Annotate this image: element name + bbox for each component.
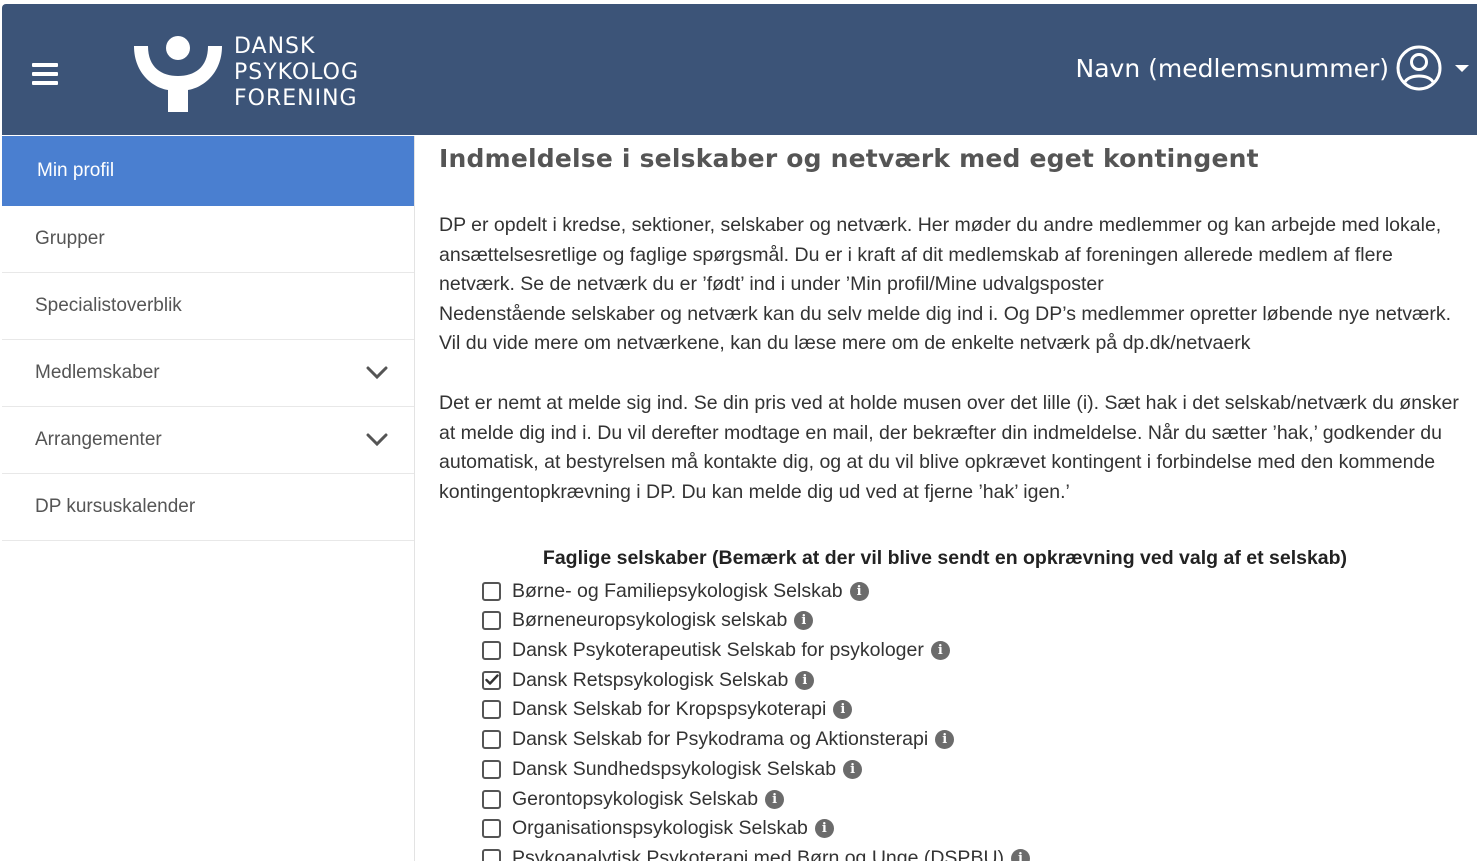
option-label: Dansk Selskab for Psykodrama og Aktionst… bbox=[512, 728, 929, 751]
info-icon[interactable]: i bbox=[930, 641, 950, 661]
option-checkbox[interactable] bbox=[482, 581, 501, 601]
option-row[interactable]: Psykoanalytisk Psykoterapi med Børn og U… bbox=[482, 844, 1459, 861]
logo-line: PSYKOLOG bbox=[234, 60, 360, 85]
sidebar-item-label: Specialistoverblik bbox=[35, 295, 182, 316]
hamburger-icon[interactable] bbox=[32, 63, 58, 85]
options-list: Børne- og Familiepsykologisk Selskab i Bør… bbox=[439, 576, 1459, 861]
checkmark-icon bbox=[484, 674, 499, 685]
option-label: Organisationspsykologisk Selskab bbox=[512, 817, 808, 840]
page-title: Indmeldelse i selskaber og netværk med e… bbox=[439, 144, 1259, 173]
option-label: Dansk Selskab for Kropspsykoterapi bbox=[512, 698, 827, 721]
option-row[interactable]: Dansk Retspsykologisk Selskab i bbox=[482, 665, 1459, 695]
user-menu[interactable]: Navn (medlemsnummer) bbox=[1076, 44, 1469, 92]
info-icon[interactable]: i bbox=[935, 730, 955, 750]
sidebar: Min profil Grupper Specialistoverblik Me… bbox=[2, 136, 415, 861]
sidebar-item-arrangementer[interactable]: Arrangementer bbox=[2, 407, 414, 474]
intro-paragraph: DP er opdelt i kredse, sektioner, selska… bbox=[439, 214, 1442, 296]
user-circle-icon bbox=[1396, 45, 1442, 91]
option-label: Dansk Retspsykologisk Selskab bbox=[512, 668, 789, 691]
sidebar-item-label: Min profil bbox=[37, 160, 115, 181]
sidebar-item-grupper[interactable]: Grupper bbox=[2, 206, 414, 273]
logo[interactable]: DANSK PSYKOLOG FORENING bbox=[130, 32, 359, 114]
option-checkbox[interactable] bbox=[482, 611, 501, 631]
sidebar-item-medlemskaber[interactable]: Medlemskaber bbox=[2, 340, 414, 407]
option-checkbox[interactable] bbox=[482, 700, 501, 720]
caret-down-icon bbox=[1455, 64, 1469, 72]
sidebar-item-label: Medlemskaber bbox=[35, 362, 160, 383]
option-checkbox[interactable] bbox=[482, 759, 501, 779]
sidebar-item-label: Arrangementer bbox=[35, 429, 162, 450]
option-label: Dansk Psykoterapeutisk Selskab for psyko… bbox=[512, 639, 924, 662]
option-label: Psykoanalytisk Psykoterapi med Børn og U… bbox=[512, 846, 1005, 861]
option-checkbox[interactable] bbox=[482, 819, 501, 839]
chevron-down-icon bbox=[366, 433, 388, 447]
sidebar-item-label: DP kursuskalender bbox=[35, 496, 196, 517]
option-row[interactable]: Organisationspsykologisk Selskab i bbox=[482, 814, 1459, 844]
info-icon[interactable]: i bbox=[795, 670, 815, 690]
option-checkbox[interactable] bbox=[482, 670, 501, 690]
option-row[interactable]: Dansk Selskab for Psykodrama og Aktionst… bbox=[482, 725, 1459, 755]
info-icon[interactable]: i bbox=[794, 611, 814, 631]
sidebar-item-specialistoverblik[interactable]: Specialistoverblik bbox=[2, 273, 414, 340]
option-row[interactable]: Gerontopsykologisk Selskab i bbox=[482, 784, 1459, 814]
sidebar-item-label: Grupper bbox=[35, 228, 105, 249]
user-name: Navn (medlemsnummer) bbox=[1075, 53, 1389, 83]
option-checkbox[interactable] bbox=[482, 730, 501, 750]
option-row[interactable]: Dansk Selskab for Kropspsykoterapi i bbox=[482, 695, 1459, 725]
option-row[interactable]: Dansk Sundhedspsykologisk Selskab i bbox=[482, 754, 1459, 784]
section-title: Faglige selskaber (Bemærk at der vil bli… bbox=[542, 547, 1348, 570]
info-icon[interactable]: i bbox=[814, 819, 834, 839]
intro-paragraph: Nedenstående selskaber og netværk kan du… bbox=[439, 302, 1451, 355]
info-icon[interactable]: i bbox=[849, 581, 869, 601]
option-label: Børneneuropsykologisk selskab bbox=[512, 609, 788, 632]
option-label: Børne- og Familiepsykologisk Selskab bbox=[512, 579, 843, 602]
sidebar-item-dp-kursuskalender[interactable]: DP kursuskalender bbox=[2, 474, 414, 541]
sidebar-item-min-profil[interactable]: Min profil bbox=[2, 136, 414, 206]
logo-text: DANSK PSYKOLOG FORENING bbox=[234, 34, 359, 112]
main-content: Indmeldelse i selskaber og netværk med e… bbox=[439, 136, 1459, 861]
top-header: DANSK PSYKOLOG FORENING Navn (medlemsnum… bbox=[2, 4, 1477, 135]
logo-line: FORENING bbox=[234, 86, 358, 111]
info-icon[interactable]: i bbox=[765, 789, 785, 809]
info-icon[interactable]: i bbox=[833, 700, 853, 720]
option-label: Gerontopsykologisk Selskab bbox=[512, 787, 759, 810]
logo-mark-icon bbox=[134, 36, 222, 112]
option-checkbox[interactable] bbox=[482, 848, 501, 861]
info-icon[interactable]: i bbox=[843, 759, 863, 779]
info-icon[interactable]: i bbox=[1011, 848, 1031, 861]
option-label: Dansk Sundhedspsykologisk Selskab bbox=[512, 757, 837, 780]
chevron-down-icon bbox=[366, 366, 388, 380]
option-checkbox[interactable] bbox=[482, 641, 501, 661]
option-checkbox[interactable] bbox=[482, 789, 501, 809]
option-row[interactable]: Børne- og Familiepsykologisk Selskab i bbox=[482, 576, 1459, 606]
logo-line: DANSK bbox=[234, 34, 316, 59]
instructions-paragraph: Det er nemt at melde sig ind. Se din pri… bbox=[439, 391, 1459, 503]
option-row[interactable]: Børneneuropsykologisk selskab i bbox=[482, 606, 1459, 636]
option-row[interactable]: Dansk Psykoterapeutisk Selskab for psyko… bbox=[482, 636, 1459, 666]
